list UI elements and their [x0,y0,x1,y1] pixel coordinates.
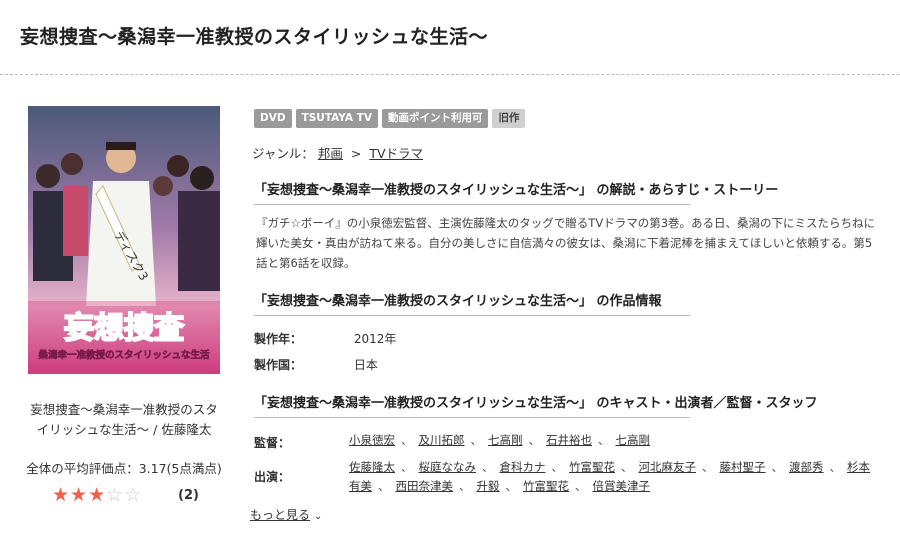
info-label-year: 製作年： [254,332,303,346]
cast-link[interactable]: 西田奈津美 [396,479,454,493]
cover-subtitle-text: 桑潟幸一准教授のスタイリッシュな生活 [38,349,210,361]
director-label: 監督： [254,436,291,450]
badge-row: DVD TSUTAYA TV 動画ポイント利用可 旧作 [254,109,526,128]
info-value-country: 日本 [353,358,378,372]
genre-link-hougaku[interactable]: 邦画 [318,146,343,161]
cast-link[interactable]: 倍賞美津子 [593,479,651,493]
list-separator: 、 [528,433,541,447]
cast-link[interactable]: 河北麻友子 [639,460,697,474]
cover-image[interactable]: ディスク3 妄想捜査 桑潟幸一准教授のスタイリッシュな生活 [28,106,220,374]
badge-dvd: DVD [254,109,292,128]
cast-link[interactable]: 倉科カナ [500,460,546,474]
info-label-country: 製作国： [254,358,303,372]
average-rating-text: 全体の平均評価点：3.17(5点満点) [26,461,222,476]
cast-label: 出演： [254,470,291,484]
list-separator: 、 [771,460,784,474]
cast-list: 佐藤隆太、桜庭ななみ、倉科カナ、竹富聖花、河北麻友子、藤村聖子、渡部秀、杉本有美… [349,458,879,496]
director-link[interactable]: 石井裕也 [546,433,592,447]
genre-separator: > [350,146,362,161]
list-separator: 、 [829,460,842,474]
rating-stars: ★★★☆☆ [52,484,142,506]
product-caption[interactable]: 妄想捜査～桑潟幸一准教授のスタイリッシュな生活～ / 佐藤隆太 [0,400,248,440]
list-separator: 、 [401,433,413,447]
director-link[interactable]: 小泉徳宏 [349,433,395,447]
badge-old-title: 旧作 [492,109,526,128]
cast-link[interactable]: 桜庭ななみ [419,460,477,474]
list-separator: 、 [702,460,714,474]
director-list: 小泉徳宏、及川拓郎、七高剛、石井裕也、七高剛 [349,431,879,450]
list-separator: 、 [621,460,633,474]
cast-link[interactable]: 佐藤隆太 [349,460,395,474]
cast-link[interactable]: 升毅 [477,479,500,493]
director-link[interactable]: 及川拓郎 [419,433,465,447]
badge-tsutaya-tv: TSUTAYA TV [295,109,378,128]
info-heading: 「妄想捜査～桑潟幸一准教授のスタイリッシュな生活～」 の作品情報 [254,290,690,316]
list-separator: 、 [470,433,483,447]
show-more-label: もっと見る [250,508,311,522]
list-separator: 、 [575,479,587,493]
review-count[interactable]: (2) [178,488,199,503]
genre-breadcrumb: ジャンル： 邦画 > TVドラマ [252,143,423,162]
synopsis-text: 『ガチ☆ボーイ』の小泉徳宏監督、主演佐藤隆太のタッグで贈るTVドラマの第3巻。あ… [256,216,876,270]
badge-video-points: 動画ポイント利用可 [381,109,489,128]
cover-title-text: 妄想捜査 [64,311,184,346]
list-separator: 、 [378,479,390,493]
info-row-country: 製作国： 日本 [254,356,378,373]
director-link[interactable]: 七高剛 [488,433,523,447]
star-filled-icon: ★ [88,484,107,506]
title-divider [0,74,900,75]
list-separator: 、 [598,433,610,447]
cover-art: ディスク3 妄想捜査 桑潟幸一准教授のスタイリッシュな生活 [28,106,220,374]
genre-label: ジャンル： [252,146,314,161]
list-separator: 、 [401,460,413,474]
list-separator: 、 [551,460,564,474]
synopsis-heading: 「妄想捜査～桑潟幸一准教授のスタイリッシュな生活～」 の解説・あらすじ・ストーリ… [254,179,778,205]
director-link[interactable]: 七高剛 [616,433,651,447]
cast-link[interactable]: 竹富聖花 [523,479,569,493]
star-empty-icon: ☆ [106,484,125,506]
page-title: 妄想捜査～桑潟幸一准教授のスタイリッシュな生活～ [20,26,489,48]
info-row-year: 製作年： 2012年 [254,330,396,347]
show-more-link[interactable]: もっと見る ⌄ [250,506,322,523]
info-value-year: 2012年 [353,332,397,346]
star-filled-icon: ★ [70,484,89,506]
star-empty-icon: ☆ [124,484,143,506]
list-separator: 、 [505,479,518,493]
cast-link[interactable]: 藤村聖子 [720,460,766,474]
cast-heading: 「妄想捜査～桑潟幸一准教授のスタイリッシュな生活～」 のキャスト・出演者／監督・… [254,392,818,418]
chevron-down-icon: ⌄ [314,511,323,522]
list-separator: 、 [459,479,471,493]
list-separator: 、 [482,460,494,474]
star-filled-icon: ★ [52,484,71,506]
genre-link-tv-drama[interactable]: TVドラマ [369,146,423,161]
cast-link[interactable]: 竹富聖花 [569,460,615,474]
cast-link[interactable]: 渡部秀 [789,460,824,474]
